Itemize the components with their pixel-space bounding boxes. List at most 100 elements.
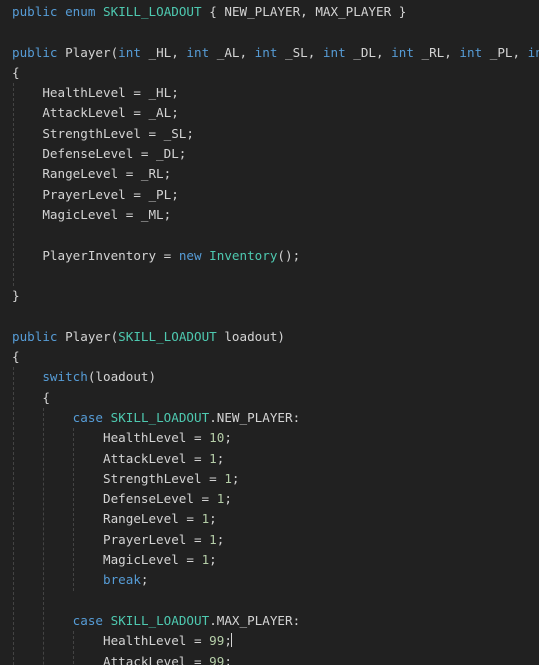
- code-line[interactable]: StrengthLevel = 1;: [0, 469, 539, 489]
- code-line[interactable]: HealthLevel = 10;: [0, 428, 539, 448]
- code-token-pln: AttackLevel =: [12, 653, 210, 665]
- code-editor[interactable]: public enum SKILL_LOADOUT { NEW_PLAYER, …: [0, 0, 539, 665]
- code-token-pln: AttackLevel = _AL;: [12, 105, 179, 121]
- code-token-pln: _PL,: [482, 44, 528, 60]
- code-surface[interactable]: public enum SKILL_LOADOUT { NEW_PLAYER, …: [0, 0, 539, 665]
- code-token-num: 99: [209, 633, 225, 649]
- code-token-pln: HealthLevel =: [12, 633, 210, 649]
- code-line[interactable]: MagicLevel = 1;: [0, 550, 539, 570]
- code-line[interactable]: public enum SKILL_LOADOUT { NEW_PLAYER, …: [0, 2, 539, 22]
- code-token-kw: public: [12, 328, 58, 344]
- code-token-kw: new: [178, 247, 202, 263]
- code-line[interactable]: [0, 266, 539, 286]
- code-line[interactable]: public Player(int _HL, int _AL, int _SL,…: [0, 43, 539, 63]
- code-token-pln: PrayerLevel =: [12, 531, 210, 547]
- code-line[interactable]: HealthLevel = 99;: [0, 631, 539, 651]
- code-token-pln: (loadout): [87, 369, 157, 385]
- code-line[interactable]: [0, 22, 539, 42]
- code-token-num: 1: [209, 531, 217, 547]
- code-line[interactable]: {: [0, 388, 539, 408]
- code-line[interactable]: MagicLevel = _ML;: [0, 205, 539, 225]
- code-line[interactable]: [0, 306, 539, 326]
- code-token-kw: break: [103, 572, 141, 588]
- code-line[interactable]: StrengthLevel = _SL;: [0, 124, 539, 144]
- code-line[interactable]: public Player(SKILL_LOADOUT loadout): [0, 327, 539, 347]
- code-token-pln: HealthLevel =: [12, 430, 210, 446]
- code-token-typ: Inventory: [209, 247, 278, 263]
- code-line[interactable]: AttackLevel = 1;: [0, 449, 539, 469]
- code-token-pln: ;: [224, 653, 232, 665]
- code-line[interactable]: PlayerInventory = new Inventory();: [0, 246, 539, 266]
- code-token-brc: {: [12, 349, 20, 365]
- code-token-typ: SKILL_LOADOUT: [110, 409, 210, 425]
- code-token-kw: public: [12, 4, 58, 19]
- code-line[interactable]: PrayerLevel = _PL;: [0, 185, 539, 205]
- code-token-kw: int: [527, 44, 539, 60]
- code-line[interactable]: DefenseLevel = 1;: [0, 489, 539, 509]
- code-token-pln: loadout): [216, 328, 285, 344]
- code-line[interactable]: HealthLevel = _HL;: [0, 83, 539, 103]
- code-token-pln: DefenseLevel = _DL;: [12, 146, 187, 162]
- code-token-pln: _AL,: [209, 44, 255, 60]
- code-token-kw: int: [391, 44, 414, 60]
- code-token-kw: int: [459, 44, 483, 60]
- code-token-typ: SKILL_LOADOUT: [103, 4, 202, 19]
- code-token-kw: enum: [65, 4, 96, 19]
- code-line[interactable]: {: [0, 63, 539, 83]
- code-line[interactable]: RangeLevel = _RL;: [0, 164, 539, 184]
- code-token-kw: public: [12, 44, 58, 60]
- code-token-pln: .NEW_PLAYER:: [209, 409, 301, 425]
- code-line[interactable]: DefenseLevel = _DL;: [0, 144, 539, 164]
- code-line[interactable]: break;: [0, 570, 539, 590]
- code-token-pln: PlayerInventory =: [12, 247, 179, 263]
- code-token-pln: _SL,: [277, 44, 323, 60]
- code-token-pln: ;: [216, 450, 225, 466]
- code-line[interactable]: {: [0, 347, 539, 367]
- code-token-pln: _HL,: [140, 44, 187, 60]
- code-line[interactable]: case SKILL_LOADOUT.NEW_PLAYER:: [0, 408, 539, 428]
- code-line[interactable]: [0, 225, 539, 245]
- code-token-pln: .MAX_PLAYER:: [209, 612, 301, 628]
- code-token-pln: ;: [209, 552, 217, 568]
- code-line[interactable]: switch(loadout): [0, 367, 539, 387]
- code-token-brc: {: [12, 64, 20, 80]
- code-line[interactable]: RangeLevel = 1;: [0, 509, 539, 529]
- text-caret: [230, 633, 232, 648]
- code-token-pln: [12, 613, 73, 628]
- code-token-pln: ;: [140, 572, 149, 588]
- code-token-typ: SKILL_LOADOUT: [110, 612, 210, 628]
- code-token-kw: int: [254, 44, 278, 60]
- code-token-pln: ;: [231, 470, 240, 486]
- code-token-pln: [103, 613, 111, 628]
- code-token-pln: _DL,: [345, 44, 392, 60]
- code-token-pln: AttackLevel =: [12, 450, 210, 466]
- code-token-kw: switch: [42, 369, 88, 385]
- code-line[interactable]: PrayerLevel = 1;: [0, 530, 539, 550]
- code-token-pln: ;: [224, 491, 232, 507]
- code-token-typ: SKILL_LOADOUT: [118, 328, 217, 344]
- code-line[interactable]: [0, 591, 539, 611]
- code-token-pln: ();: [277, 247, 301, 263]
- code-token-pln: PrayerLevel = _PL;: [12, 186, 179, 202]
- code-token-pln: RangeLevel = _RL;: [12, 166, 172, 182]
- code-token-pln: [103, 410, 111, 425]
- code-line[interactable]: AttackLevel = _AL;: [0, 103, 539, 123]
- code-token-pln: DefenseLevel =: [12, 491, 217, 507]
- code-token-pln: [58, 4, 66, 19]
- code-token-brc: {: [12, 389, 50, 405]
- code-line[interactable]: case SKILL_LOADOUT.MAX_PLAYER:: [0, 611, 539, 631]
- code-token-pln: [12, 572, 103, 587]
- code-token-pln: Player(: [57, 328, 119, 344]
- code-token-pln: { NEW_PLAYER, MAX_PLAYER }: [201, 4, 407, 19]
- code-token-pln: ;: [209, 511, 217, 527]
- code-token-pln: [95, 4, 103, 19]
- code-token-num: 99: [209, 653, 225, 665]
- code-line[interactable]: AttackLevel = 99;: [0, 652, 539, 665]
- code-token-pln: MagicLevel =: [12, 552, 202, 568]
- code-line[interactable]: }: [0, 286, 539, 306]
- code-token-kw: int: [186, 44, 210, 60]
- code-token-kw: int: [322, 44, 346, 60]
- code-token-kw: case: [72, 409, 104, 425]
- code-token-pln: StrengthLevel =: [12, 470, 225, 486]
- code-token-brc: }: [12, 288, 20, 304]
